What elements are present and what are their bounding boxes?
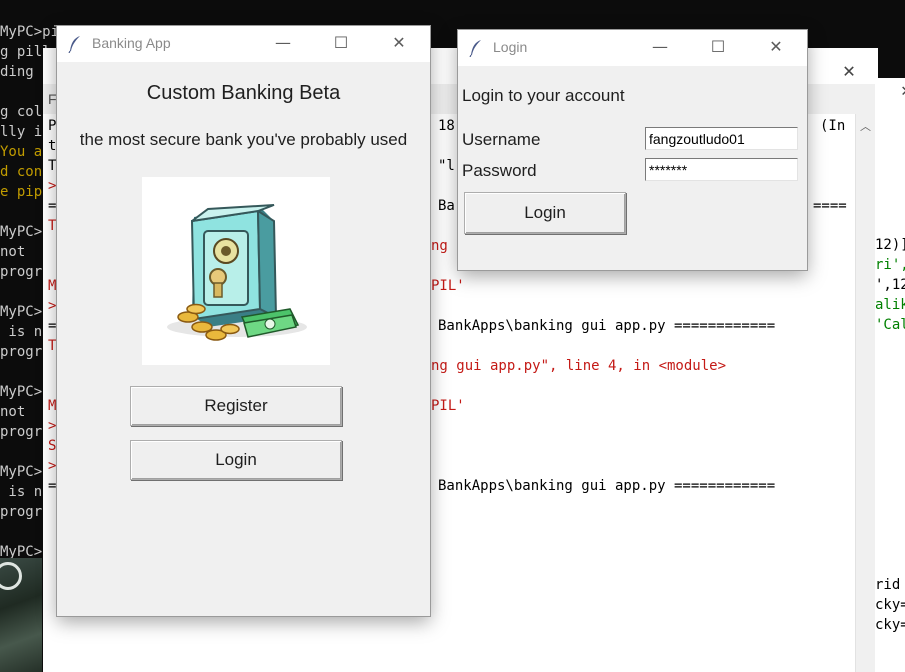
shell-output-line: PIL'	[431, 278, 465, 294]
editor-line: ri',	[875, 257, 905, 273]
minimize-button[interactable]: —	[260, 26, 306, 62]
shell-output-line: T	[48, 338, 57, 354]
shell-output-line: M	[48, 278, 57, 294]
editor-line: cky=	[875, 597, 905, 613]
editor-window-fragment: ✕ 12)] ri', ',12 alik 'Cal rid cky= cky=	[875, 78, 905, 672]
shell-output-line: "l	[438, 158, 455, 174]
terminal-line: d con	[0, 164, 43, 180]
editor-line: rid	[875, 577, 901, 593]
terminal-line: ding	[0, 64, 34, 80]
shell-output-line: t	[48, 138, 57, 154]
shell-output-line: >	[48, 418, 57, 434]
shell-output-line: P	[48, 118, 57, 134]
shell-output-line: T	[48, 158, 57, 174]
terminal-line: not	[0, 404, 26, 420]
terminal-line: not	[0, 244, 26, 260]
shell-output-line: PIL'	[431, 398, 465, 414]
terminal-line: g col	[0, 104, 43, 120]
password-label: Password	[462, 161, 537, 180]
terminal-line: lly i	[0, 124, 43, 140]
username-field[interactable]: fangzoutludo01	[645, 127, 798, 150]
terminal-line: MyPC>pi	[0, 24, 60, 40]
close-button[interactable]: ✕	[376, 26, 422, 62]
shell-output-line: T	[48, 218, 57, 234]
window-title: Login	[493, 39, 528, 55]
shell-output-line: 18	[438, 118, 455, 134]
password-field[interactable]: *******	[645, 158, 798, 181]
shell-output-line: M	[48, 398, 57, 414]
shell-output-line: =	[48, 198, 57, 214]
login-heading: Login to your account	[462, 86, 625, 105]
safe-image	[142, 177, 330, 365]
maximize-button[interactable]: ☐	[318, 26, 364, 62]
editor-line: ',12	[875, 277, 905, 293]
login-submit-button[interactable]: Login	[464, 192, 626, 234]
close-icon[interactable]: ✕	[901, 80, 905, 101]
vertical-scrollbar[interactable]: ︿	[855, 114, 876, 672]
terminal-line: MyPC>	[0, 464, 43, 480]
feather-icon	[68, 36, 80, 53]
terminal-line: progr	[0, 264, 43, 280]
window-title: Banking App	[92, 35, 171, 51]
terminal-line: e pip	[0, 184, 43, 200]
minimize-button[interactable]: —	[637, 30, 683, 66]
editor-line: alik	[875, 297, 905, 313]
maximize-button[interactable]: ☐	[695, 30, 741, 66]
login-button[interactable]: Login	[130, 440, 342, 480]
username-label: Username	[462, 130, 541, 149]
terminal-line: MyPC>	[0, 304, 43, 320]
title-bar[interactable]: Login — ☐ ✕	[458, 30, 807, 66]
terminal-line: MyPC>	[0, 384, 43, 400]
banking-app-window: Banking App — ☐ ✕ Custom Banking Beta th…	[57, 26, 430, 616]
shell-output-line: >	[48, 178, 57, 194]
terminal-line: progr	[0, 424, 43, 440]
shell-output-line: (In	[820, 118, 846, 134]
shell-output-line: S	[48, 438, 57, 454]
app-heading: Custom Banking Beta	[146, 82, 341, 104]
shell-output-line: =	[48, 478, 57, 494]
shell-output-line: ng gui app.py", line 4, in <module>	[431, 358, 727, 374]
terminal-line: You a	[0, 144, 43, 160]
title-bar[interactable]: Banking App — ☐ ✕	[57, 26, 430, 62]
editor-line: 12)]	[875, 237, 905, 253]
desktop-wallpaper-fragment	[0, 558, 42, 672]
chevron-up-icon[interactable]: ︿	[860, 118, 871, 134]
shell-output-line: >	[48, 458, 57, 474]
close-button[interactable]: ✕	[753, 30, 799, 66]
login-window: Login — ☐ ✕ Login to your account Userna…	[458, 30, 807, 270]
app-subtitle: the most secure bank you've probably use…	[79, 130, 408, 149]
editor-line: 'Cal	[875, 317, 905, 333]
shell-output-line: ng	[431, 238, 448, 254]
terminal-line: progr	[0, 344, 43, 360]
close-icon[interactable]: ✕	[843, 58, 855, 82]
menu-item-file[interactable]: F	[48, 89, 57, 109]
shell-output-line: BankApps\banking gui app.py ============	[438, 478, 776, 494]
shell-output-line: ====	[813, 198, 847, 214]
terminal-line: progr	[0, 504, 43, 520]
terminal-line: MyPC>	[0, 224, 43, 240]
feather-icon	[469, 40, 481, 57]
register-button[interactable]: Register	[130, 386, 342, 426]
shell-output-line: =	[48, 318, 57, 334]
shell-output-line: BankApps\banking gui app.py ============	[438, 318, 776, 334]
shell-output-line: Ba	[438, 198, 455, 214]
editor-line: cky=	[875, 617, 905, 633]
shell-output-line: >	[48, 298, 57, 314]
